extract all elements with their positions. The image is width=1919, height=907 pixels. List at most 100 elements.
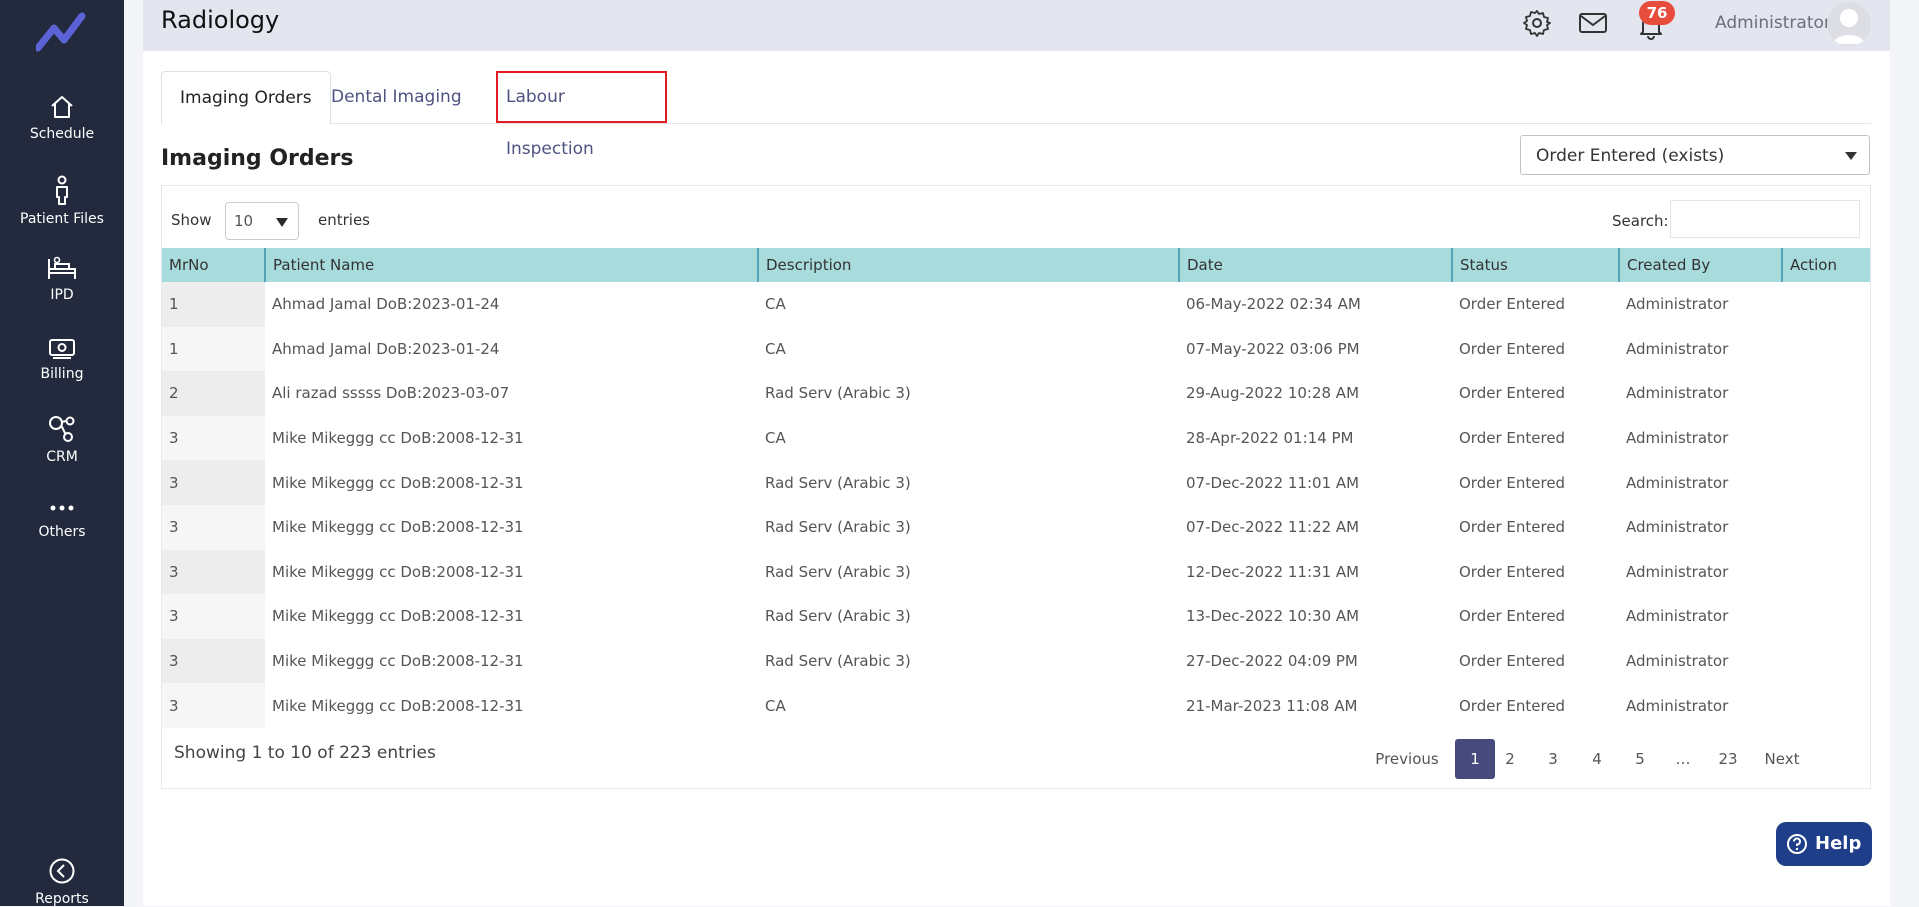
column-header-date[interactable]: Date [1179,248,1453,282]
pagination-previous[interactable]: Previous [1372,739,1442,779]
cell-mrno: 3 [162,594,265,639]
cell-created-by: Administrator [1626,652,1729,671]
cell-status: Order Entered [1459,429,1566,448]
main-content: Radiology 76 Administrator Imaging Order… [143,0,1890,906]
avatar[interactable] [1827,2,1871,46]
cell-description: CA [765,696,786,715]
logo-icon[interactable] [36,12,88,54]
cell-date: 28-Apr-2022 01:14 PM [1186,429,1354,448]
table-row[interactable]: 3 Mike Mikeggg cc DoB:2008-12-31 CA 21-Mar-… [162,683,1870,728]
cell-action [1782,639,1870,684]
cell-action [1782,416,1870,461]
table-row[interactable]: 2 Ali razad sssss DoB:2023-03-07 Rad Serv … [162,371,1870,416]
cell-mrno: 3 [162,504,265,550]
cell-created-by: Administrator [1626,607,1729,626]
show-label: Show [171,211,212,229]
pagination-page-23[interactable]: 23 [1708,739,1748,779]
scrollbar[interactable] [1890,0,1919,906]
pagination-next[interactable]: Next [1757,739,1807,779]
table-row[interactable]: 3 Mike Mikeggg cc DoB:2008-12-31 Rad Serv … [162,460,1870,505]
bed-icon [48,256,76,279]
sidebar-item-label: Patient Files [20,211,104,227]
sidebar-item-patient-files[interactable]: Patient Files [0,175,124,227]
cell-description: Rad Serv (Arabic 3) [765,562,911,581]
sidebar-item-crm[interactable]: CRM [0,415,124,465]
sidebar-item-label: CRM [46,449,78,465]
cell-mrno: 1 [162,326,265,372]
sidebar-item-others[interactable]: Others [0,498,124,540]
cell-patient-name: Mike Mikeggg cc DoB:2008-12-31 [272,518,524,537]
sidebar-item-label: Reports [35,891,89,907]
cell-description: Rad Serv (Arabic 3) [765,473,911,492]
table-row[interactable]: 3 Mike Mikeggg cc DoB:2008-12-31 Rad Serv … [162,549,1870,595]
column-header-mrno[interactable]: MrNo [162,248,266,282]
cell-action [1782,460,1870,505]
orders-table: MrNo Patient Name Description Date Statu… [162,248,1870,728]
cell-status: Order Entered [1459,518,1566,537]
status-filter-value: Order Entered (exists) [1536,146,1725,166]
cell-date: 27-Dec-2022 04:09 PM [1186,652,1358,671]
cell-status: Order Entered [1459,473,1566,492]
cell-action [1782,594,1870,639]
mail-icon[interactable] [1578,9,1608,37]
table-row[interactable]: 1 Ahmad Jamal DoB:2023-01-24 CA 06-May-2022… [162,282,1870,327]
notification-badge[interactable]: 76 [1639,1,1675,25]
sidebar-item-ipd[interactable]: IPD [0,255,124,303]
tab-dental-imaging[interactable]: Dental Imaging [313,71,480,123]
cell-action [1782,550,1870,595]
pagination-page-2[interactable]: 2 [1490,739,1530,779]
orders-table-panel: Show 10 entries Search: MrNo Patient Nam… [161,185,1871,789]
sidebar-item-billing[interactable]: Billing [0,336,124,382]
column-header-status[interactable]: Status [1452,248,1620,282]
column-header-created-by[interactable]: Created By [1619,248,1783,282]
cell-date: 12-Dec-2022 11:31 AM [1186,562,1360,581]
sidebar-item-reports[interactable]: Reports [0,857,124,907]
cell-description: Rad Serv (Arabic 3) [765,652,911,671]
cell-date: 21-Mar-2023 11:08 AM [1186,696,1358,715]
cell-date: 13-Dec-2022 10:30 AM [1186,607,1360,626]
column-header-patient-name[interactable]: Patient Name [265,248,759,282]
cell-patient-name: Mike Mikeggg cc DoB:2008-12-31 [272,607,524,626]
tab-imaging-orders[interactable]: Imaging Orders [161,71,331,125]
user-avatar-icon [1833,9,1865,44]
status-filter-select[interactable]: Order Entered (exists) [1520,135,1870,175]
table-header-row: MrNo Patient Name Description Date Statu… [162,248,1870,282]
cell-action [1782,282,1870,327]
cell-description: Rad Serv (Arabic 3) [765,384,911,403]
column-header-action: Action [1782,248,1870,282]
cell-action [1782,683,1870,728]
help-label: Help [1815,833,1862,854]
search-input[interactable] [1670,200,1860,238]
cell-created-by: Administrator [1626,696,1729,715]
entries-select[interactable]: 10 [225,202,299,240]
cell-patient-name: Ahmad Jamal DoB:2023-01-24 [272,295,500,314]
chevron-down-icon [1845,152,1857,160]
cell-date: 07-May-2022 03:06 PM [1186,339,1360,358]
sidebar-item-label: IPD [50,287,74,303]
cell-patient-name: Mike Mikeggg cc DoB:2008-12-31 [272,562,524,581]
user-name[interactable]: Administrator [1715,13,1831,33]
sidebar-item-schedule[interactable]: Schedule [0,94,124,142]
chevron-down-icon [276,218,288,227]
gear-icon[interactable] [1523,9,1551,37]
column-header-description[interactable]: Description [758,248,1180,282]
pagination-ellipsis: … [1675,750,1691,768]
tab-labour-inspection[interactable]: Labour Inspection [496,71,667,159]
pagination-page-3[interactable]: 3 [1533,739,1573,779]
pagination-page-1[interactable]: 1 [1455,739,1495,779]
help-button[interactable]: Help [1776,822,1872,866]
table-row[interactable]: 3 Mike Mikeggg cc DoB:2008-12-31 Rad Serv … [162,594,1870,639]
pagination-page-4[interactable]: 4 [1577,739,1617,779]
table-row[interactable]: 3 Mike Mikeggg cc DoB:2008-12-31 CA 28-Apr-… [162,415,1870,461]
cell-mrno: 3 [162,460,265,505]
pagination-page-5[interactable]: 5 [1620,739,1660,779]
table-row[interactable]: 1 Ahmad Jamal DoB:2023-01-24 CA 07-May-2022… [162,326,1870,372]
cell-description: CA [765,339,786,358]
page-title: Radiology [161,6,280,34]
cell-action [1782,505,1870,550]
table-row[interactable]: 3 Mike Mikeggg cc DoB:2008-12-31 Rad Serv … [162,638,1870,684]
cell-mrno: 3 [162,549,265,595]
cell-created-by: Administrator [1626,562,1729,581]
table-row[interactable]: 3 Mike Mikeggg cc DoB:2008-12-31 Rad Serv … [162,504,1870,550]
sidebar-item-label: Schedule [29,126,95,142]
